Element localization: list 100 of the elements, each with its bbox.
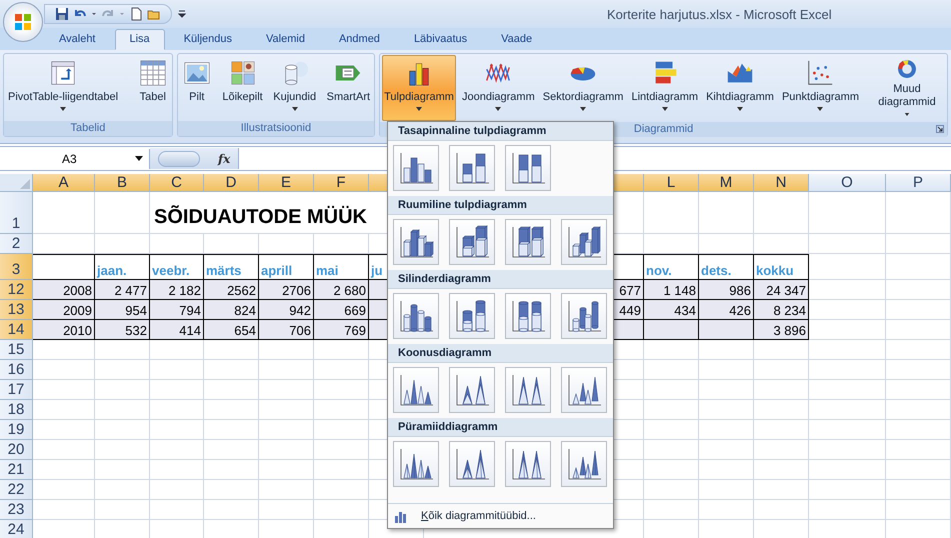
- table-cell: 2008: [33, 280, 95, 300]
- chart-type-option[interactable]: [449, 367, 495, 413]
- ribbon-button[interactable]: Sektordiagramm: [540, 55, 626, 119]
- ribbon-button[interactable]: Kihtdiagramm: [704, 55, 776, 119]
- table-cell: [754, 420, 809, 440]
- table-cell: [754, 380, 809, 400]
- row-header[interactable]: 19: [0, 420, 33, 440]
- row-header[interactable]: 3: [0, 254, 33, 280]
- chart-type-option[interactable]: [449, 145, 495, 191]
- column-header[interactable]: M: [699, 174, 754, 192]
- column-header[interactable]: E: [259, 174, 314, 192]
- ribbon-button[interactable]: Lintdiagramm: [629, 55, 700, 119]
- chart-type-option[interactable]: [561, 441, 607, 487]
- table-cell: [259, 380, 314, 400]
- ribbon-tab[interactable]: Läbivaatus: [398, 29, 482, 50]
- column-header[interactable]: C: [150, 174, 204, 192]
- table-cell: [754, 400, 809, 420]
- section-header: Silinderdiagramm: [388, 270, 613, 289]
- chart-type-option[interactable]: [393, 367, 439, 413]
- chart-type-option[interactable]: [561, 367, 607, 413]
- insert-function-button[interactable]: fx: [214, 152, 234, 166]
- group-label: Tabelid: [4, 121, 172, 136]
- row-header[interactable]: 2: [0, 234, 33, 254]
- table-cell: [95, 340, 150, 360]
- chart-type-option[interactable]: [449, 293, 495, 339]
- row-header[interactable]: 14: [0, 320, 33, 340]
- table-cell: [259, 340, 314, 360]
- ribbon-tab[interactable]: Vaade: [486, 29, 548, 50]
- row-header[interactable]: 23: [0, 500, 33, 520]
- chart-type-option[interactable]: [393, 219, 439, 265]
- table-cell: [754, 360, 809, 380]
- chart-type-option[interactable]: [393, 293, 439, 339]
- ribbon-tab[interactable]: Avaleht: [44, 29, 110, 50]
- chart-type-option[interactable]: [449, 219, 495, 265]
- chart-type-option[interactable]: [393, 145, 439, 191]
- table-cell: [699, 320, 754, 340]
- table-cell: [150, 380, 204, 400]
- row-header[interactable]: 16: [0, 360, 33, 380]
- column-header[interactable]: B: [95, 174, 150, 192]
- column-header[interactable]: N: [754, 174, 809, 192]
- ribbon-button[interactable]: Muud diagrammid: [873, 55, 941, 119]
- row-header[interactable]: 20: [0, 440, 33, 460]
- row-header[interactable]: 21: [0, 460, 33, 480]
- table-cell: [699, 440, 754, 460]
- row-header[interactable]: 18: [0, 400, 33, 420]
- row-header[interactable]: 22: [0, 480, 33, 500]
- table-cell: [95, 460, 150, 480]
- ribbon-button[interactable]: Lõikepilt: [220, 55, 265, 119]
- table-cell: [886, 460, 951, 480]
- resize-handle[interactable]: [158, 150, 200, 166]
- table-cell: nov.: [644, 254, 699, 280]
- chart-type-option[interactable]: [505, 441, 551, 487]
- column-header[interactable]: F: [314, 174, 369, 192]
- table-cell: [886, 440, 951, 460]
- row-header[interactable]: 15: [0, 340, 33, 360]
- row-header[interactable]: 24: [0, 520, 33, 538]
- chart-type-option[interactable]: [505, 145, 551, 191]
- ribbon-button[interactable]: Joondiagramm: [460, 55, 537, 119]
- column-header[interactable]: P: [886, 174, 951, 192]
- table-cell: [644, 480, 699, 500]
- chart-type-option[interactable]: [393, 441, 439, 487]
- ribbon-tab[interactable]: Lisa: [114, 29, 165, 50]
- table-cell: [33, 340, 95, 360]
- ribbon-button[interactable]: Pilt: [180, 55, 214, 119]
- chart-type-option[interactable]: [505, 367, 551, 413]
- ribbon-tab[interactable]: Küljendus: [168, 29, 248, 50]
- ribbon-button[interactable]: Punktdiagramm: [780, 55, 861, 119]
- chart-type-option[interactable]: [561, 293, 607, 339]
- ribbon-button[interactable]: Kujundid: [271, 55, 318, 119]
- chart-type-option[interactable]: [505, 219, 551, 265]
- group-label: Illustratsioonid: [178, 121, 374, 136]
- all-chart-types-link[interactable]: Kõik diagrammitüübid...: [421, 510, 536, 522]
- chart-type-option[interactable]: [561, 219, 607, 265]
- dialog-launcher-icon[interactable]: [936, 125, 944, 133]
- office-button[interactable]: [3, 2, 43, 42]
- chart-type-option[interactable]: [449, 441, 495, 487]
- table-cell: [699, 192, 754, 234]
- table-cell: [699, 460, 754, 480]
- column-header[interactable]: L: [644, 174, 699, 192]
- column-header[interactable]: A: [33, 174, 95, 192]
- column-header[interactable]: O: [809, 174, 886, 192]
- ribbon-button[interactable]: Tabel: [136, 55, 170, 119]
- row-header[interactable]: 12: [0, 280, 33, 300]
- row-header[interactable]: 13: [0, 300, 33, 320]
- ribbon-tab[interactable]: Andmed: [324, 29, 395, 50]
- chart-type-option[interactable]: [505, 293, 551, 339]
- table-cell: [259, 480, 314, 500]
- ribbon-button[interactable]: SmartArt: [324, 55, 372, 119]
- table-cell: [699, 500, 754, 520]
- save-icon[interactable]: [55, 7, 69, 21]
- ribbon-button[interactable]: Tulpdiagramm: [382, 55, 456, 121]
- column-header[interactable]: D: [204, 174, 259, 192]
- new-document-icon[interactable]: [129, 7, 143, 21]
- table-cell: 434: [644, 300, 699, 320]
- table-cell: 426: [699, 300, 754, 320]
- table-cell: 2010: [33, 320, 95, 340]
- ribbon-tab[interactable]: Valemid: [251, 29, 320, 50]
- ribbon-button[interactable]: PivotTable-liigendtabel: [6, 55, 120, 119]
- row-header[interactable]: 17: [0, 380, 33, 400]
- row-header[interactable]: 1: [0, 192, 33, 234]
